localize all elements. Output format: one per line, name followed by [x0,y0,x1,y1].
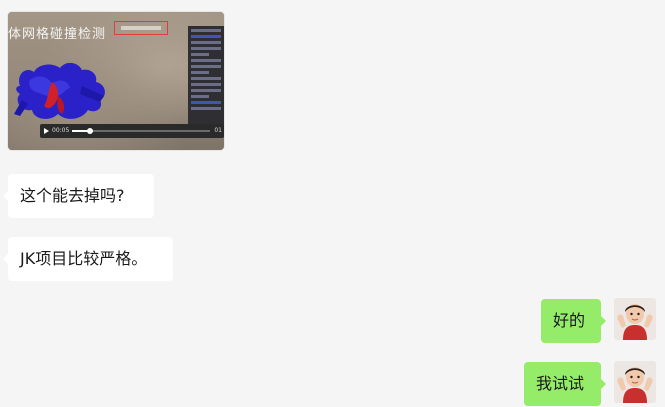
video-end-time: 01 [214,127,222,134]
child-avatar-illustration [614,361,656,403]
avatar[interactable] [614,298,656,340]
highlight-box [114,21,168,35]
video-message[interactable]: 体网格碰撞检测 00:05 01 [8,12,224,150]
video-seek-handle[interactable] [86,128,93,134]
child-avatar-illustration [614,298,656,340]
video-seek-bar[interactable] [72,128,210,134]
message-text: 好的 [553,311,586,330]
message-text: JK项目比较严格。 [20,249,148,268]
editor-side-panel [188,26,224,136]
message-bubble-received[interactable]: 这个能去掉吗? [3,174,154,218]
message-text: 这个能去掉吗? [20,186,125,205]
message-text: 我试试 [536,374,585,393]
video-controls[interactable]: 00:05 01 [40,124,224,138]
message-bubble-sent[interactable]: 我试试 [524,362,606,406]
message-bubble-received[interactable]: JK项目比较严格。 [3,237,173,281]
message-bubble-sent[interactable]: 好的 [541,299,606,343]
highlighted-element [121,26,161,30]
video-overlay-title: 体网格碰撞检测 [8,27,107,42]
play-icon[interactable] [44,128,49,134]
avatar[interactable] [614,361,656,403]
mesh-model-illustration [14,62,105,119]
video-current-time: 00:05 [52,127,70,134]
